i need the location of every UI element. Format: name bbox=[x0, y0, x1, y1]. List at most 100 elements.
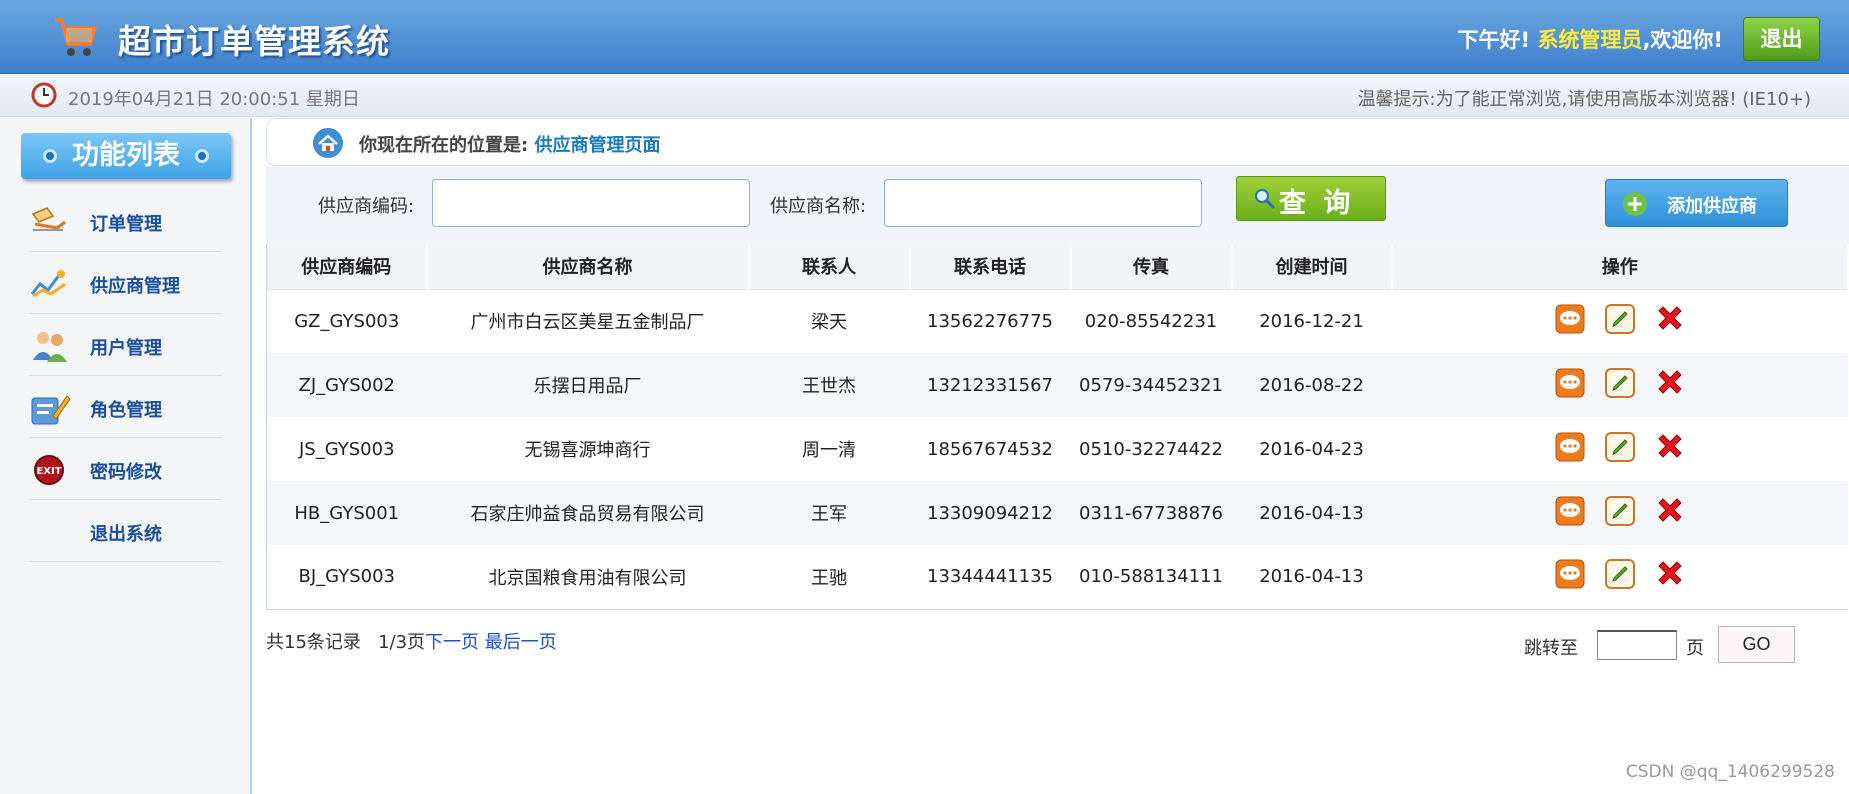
status-bar: 2019年04月21日 20:00:51 星期日 温馨提示:为了能正常浏览,请使… bbox=[0, 75, 1849, 117]
table-cell: HB_GYS001 bbox=[266, 481, 427, 545]
page-unit-label: 页 bbox=[1686, 638, 1704, 659]
pagination-info: 共15条记录 1/3页下一页 最后一页 bbox=[266, 628, 557, 654]
greeting: 下午好! 系统管理员,欢迎你! bbox=[1458, 24, 1723, 54]
app-header: 超市订单管理系统 下午好! 系统管理员,欢迎你! 退出 bbox=[0, 0, 1849, 74]
edit-icon[interactable] bbox=[1604, 495, 1635, 526]
table-row: JS_GYS003 无锡喜源坤商行 周一清 18567674532 0510-32274… bbox=[267, 417, 1849, 481]
view-icon[interactable] bbox=[1555, 432, 1585, 462]
sidebar-item-roles[interactable]: 角色管理 bbox=[29, 376, 222, 438]
main-content: 你现在所在的位置是: 供应商管理页面 供应商编码: 供应商名称: 查 询 添加供… bbox=[266, 118, 1849, 794]
table-cell: 乐摆日用品厂 bbox=[426, 353, 749, 417]
shopping-cart-icon bbox=[55, 18, 97, 56]
table-cell: 13212331567 bbox=[909, 353, 1071, 417]
table-cell: 周一清 bbox=[802, 440, 856, 461]
column-header: 创建时间 bbox=[1231, 244, 1393, 290]
table-row: GZ_GYS003 广州市白云区美星五金制品厂 梁天 13562276775 020-8… bbox=[267, 289, 1849, 353]
watermark: CSDN @qq_1406299528 bbox=[1625, 762, 1835, 782]
order-icon bbox=[31, 207, 66, 231]
exit-badge-icon: EXIT bbox=[34, 455, 64, 485]
delete-icon[interactable] bbox=[1655, 304, 1685, 334]
sidebar-title: 功能列表 bbox=[21, 133, 231, 179]
logout-button[interactable]: 退出 bbox=[1743, 17, 1820, 61]
total-records: 共15条记录 bbox=[266, 632, 361, 653]
actions-cell bbox=[1392, 545, 1849, 609]
sidebar-item-label: 退出系统 bbox=[90, 524, 162, 545]
query-button[interactable]: 查 询 bbox=[1236, 176, 1386, 221]
table-cell: 王世杰 bbox=[748, 353, 910, 417]
view-icon[interactable] bbox=[1555, 559, 1585, 589]
welcome-text: ,欢迎你! bbox=[1642, 28, 1723, 52]
sidebar-item-logout[interactable]: 退出系统 bbox=[29, 500, 222, 562]
actions-cell bbox=[1391, 481, 1848, 545]
next-page-link[interactable]: 下一页 bbox=[425, 632, 479, 653]
home-icon bbox=[313, 128, 343, 158]
column-header: 操作 bbox=[1391, 244, 1849, 290]
last-page-link[interactable]: 最后一页 bbox=[485, 632, 557, 653]
provider-name-input[interactable] bbox=[884, 179, 1202, 227]
column-header: 联系电话 bbox=[909, 244, 1072, 290]
users-icon bbox=[33, 332, 67, 362]
sidebar-title-text: 功能列表 bbox=[72, 140, 180, 171]
table-row: BJ_GYS003 北京国粮食用油有限公司 王驰 13344441135 010-588… bbox=[267, 545, 1849, 609]
jump-label: 跳转至 bbox=[1524, 638, 1578, 659]
column-header: 传真 bbox=[1070, 244, 1233, 290]
delete-icon[interactable] bbox=[1655, 368, 1685, 398]
table-row: ZJ_GYS002 乐摆日用品厂 王世杰 13212331567 0579-344523… bbox=[266, 353, 1848, 417]
table-cell: 010-588134111 bbox=[1079, 566, 1223, 588]
table-cell: 13562276775 bbox=[927, 310, 1053, 332]
table-cell: GZ_GYS003 bbox=[294, 310, 400, 332]
edit-icon[interactable] bbox=[1604, 559, 1635, 590]
delete-icon[interactable] bbox=[1655, 496, 1685, 526]
sidebar-item-users[interactable]: 用户管理 bbox=[29, 314, 222, 376]
add-provider-button[interactable]: 添加供应商 bbox=[1605, 179, 1788, 227]
browser-tip: 温馨提示:为了能正常浏览,请使用高版本浏览器! (IE10+) bbox=[1357, 89, 1811, 110]
go-button[interactable]: GO bbox=[1718, 626, 1795, 663]
role-icon bbox=[31, 395, 71, 425]
bullet-icon bbox=[195, 149, 209, 163]
sidebar-item-label: 供应商管理 bbox=[90, 276, 180, 297]
edit-icon[interactable] bbox=[1604, 431, 1635, 462]
sidebar-item-orders[interactable]: 订单管理 bbox=[29, 190, 222, 252]
breadcrumb-current-page: 供应商管理页面 bbox=[534, 135, 661, 156]
table-cell: 北京国粮食用油有限公司 bbox=[488, 567, 687, 589]
jump-page-input[interactable] bbox=[1597, 630, 1677, 660]
table-cell: ZJ_GYS002 bbox=[266, 353, 427, 417]
delete-icon[interactable] bbox=[1655, 559, 1685, 589]
breadcrumb-prefix: 你现在所在的位置是: bbox=[359, 135, 529, 156]
table-cell: 王驰 bbox=[811, 567, 847, 589]
table-cell: 石家庄帅益食品贸易有限公司 bbox=[426, 481, 749, 545]
table-cell: 18567674532 bbox=[927, 438, 1053, 460]
view-icon[interactable] bbox=[1555, 368, 1585, 398]
sidebar-item-label: 用户管理 bbox=[90, 338, 162, 359]
table-cell: 0579-34452321 bbox=[1070, 353, 1232, 417]
view-icon[interactable] bbox=[1555, 304, 1585, 334]
table-cell: JS_GYS003 bbox=[298, 438, 395, 460]
current-user: 系统管理员 bbox=[1537, 28, 1643, 52]
query-button-label: 查 询 bbox=[1279, 188, 1355, 219]
breadcrumb: 你现在所在的位置是: 供应商管理页面 bbox=[266, 118, 1849, 166]
column-header: 联系人 bbox=[748, 244, 911, 290]
view-icon[interactable] bbox=[1555, 496, 1585, 526]
table-cell: 2016-04-13 bbox=[1231, 481, 1392, 545]
provider-code-input[interactable] bbox=[432, 179, 750, 227]
sidebar-item-label: 订单管理 bbox=[90, 214, 162, 235]
greeting-text: 下午好! bbox=[1457, 28, 1531, 52]
provider-code-label: 供应商编码: bbox=[318, 196, 415, 217]
actions-cell bbox=[1392, 289, 1849, 353]
magnifier-icon bbox=[1255, 189, 1276, 210]
breadcrumb-text: 你现在所在的位置是: 供应商管理页面 bbox=[359, 131, 660, 157]
table-cell: 梁天 bbox=[811, 312, 847, 334]
provider-icon bbox=[30, 270, 66, 298]
delete-icon[interactable] bbox=[1655, 432, 1685, 462]
actions-cell bbox=[1392, 417, 1849, 481]
plus-icon bbox=[1623, 192, 1647, 216]
edit-icon[interactable] bbox=[1604, 303, 1635, 334]
edit-icon[interactable] bbox=[1604, 367, 1635, 398]
table-cell: 2016-04-23 bbox=[1259, 438, 1364, 460]
column-header: 供应商名称 bbox=[426, 244, 750, 290]
sidebar-item-providers[interactable]: 供应商管理 bbox=[29, 252, 222, 314]
page-indicator: 1/3页 bbox=[378, 632, 426, 653]
actions-cell bbox=[1391, 353, 1848, 417]
provider-name-label: 供应商名称: bbox=[770, 196, 867, 217]
sidebar-item-change-password[interactable]: EXIT 密码修改 bbox=[29, 438, 222, 500]
